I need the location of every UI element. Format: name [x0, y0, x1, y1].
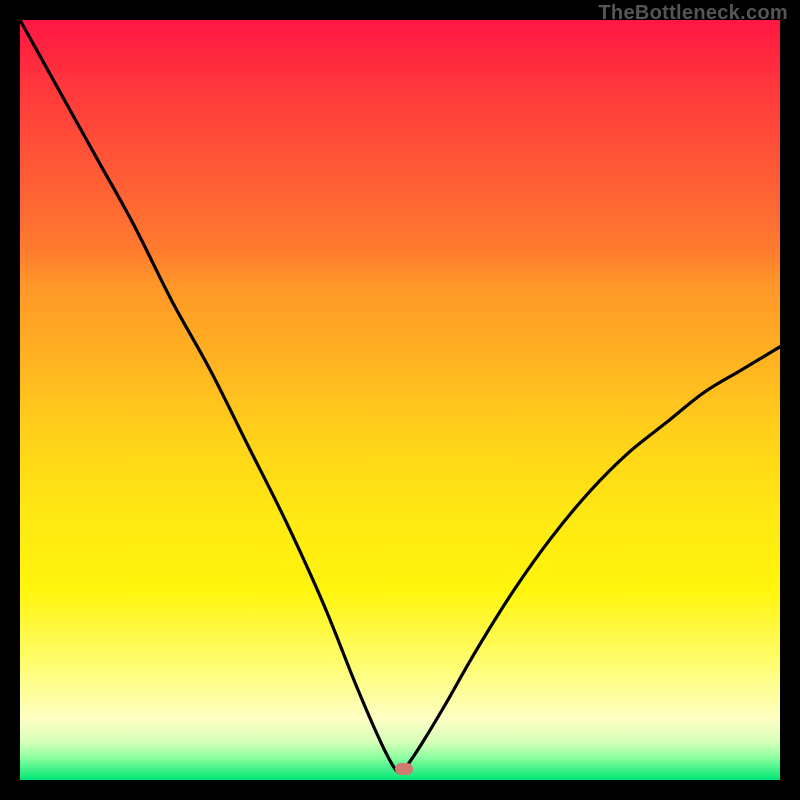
gradient-background [20, 20, 780, 780]
chart-frame [20, 20, 780, 780]
watermark-label: TheBottleneck.com [598, 2, 788, 25]
optimal-point-marker [395, 763, 413, 775]
